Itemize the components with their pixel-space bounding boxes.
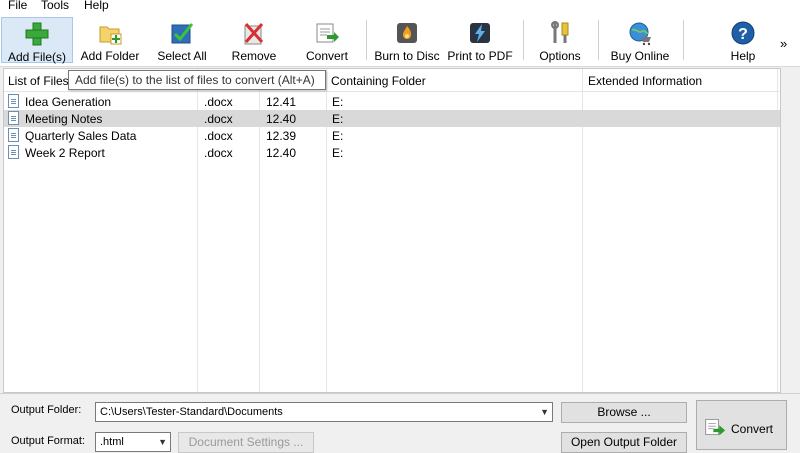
add-files-button[interactable]: Add File(s) (1, 17, 73, 64)
chevron-down-icon[interactable]: ▼ (540, 403, 549, 421)
toolbar-separator (523, 20, 524, 60)
menu-help[interactable]: Help (84, 0, 109, 12)
document-icon (8, 145, 19, 159)
add-files-tooltip: Add file(s) to the list of files to conv… (68, 70, 326, 90)
table-row[interactable]: Idea Generation .docx 12.41 E: (4, 93, 780, 110)
add-folder-label: Add Folder (80, 49, 140, 63)
table-row-selected[interactable]: Meeting Notes .docx 12.40 E: (4, 110, 780, 127)
table-row[interactable]: Week 2 Report .docx 12.40 E: (4, 144, 780, 161)
print-to-pdf-label: Print to PDF (447, 49, 513, 63)
convert-icon (705, 418, 726, 436)
column-header-extended-information[interactable]: Extended Information (588, 74, 702, 88)
help-button[interactable]: ? Help (715, 17, 771, 63)
file-name: Quarterly Sales Data (25, 129, 137, 143)
file-name: Idea Generation (25, 95, 112, 109)
file-type: .docx (204, 146, 233, 160)
chevron-down-icon[interactable]: ▼ (158, 433, 167, 451)
output-folder-combobox[interactable]: C:\Users\Tester-Standard\Documents ▼ (95, 402, 553, 422)
plus-icon (25, 22, 49, 46)
remove-x-icon (244, 23, 264, 45)
browse-button[interactable]: Browse ... (561, 402, 687, 423)
file-folder: E: (332, 129, 344, 143)
select-all-label: Select All (157, 49, 207, 63)
file-size: 12.40 (266, 112, 297, 126)
convert-button-label: Convert (731, 422, 774, 436)
column-header-containing-folder[interactable]: Containing Folder (331, 74, 426, 88)
select-all-button[interactable]: Select All (150, 17, 214, 63)
convert-button[interactable]: Convert (696, 400, 787, 450)
burn-to-disc-button[interactable]: Burn to Disc (372, 17, 442, 63)
file-type: .docx (204, 129, 233, 143)
disc-flame-icon (397, 23, 417, 43)
document-icon (8, 111, 19, 125)
output-folder-value: C:\Users\Tester-Standard\Documents (100, 406, 283, 418)
document-icon (8, 128, 19, 142)
output-format-label: Output Format: (11, 435, 85, 447)
remove-label: Remove (231, 49, 277, 63)
checkbox-select-all-icon (171, 23, 194, 44)
help-icon: ? (731, 21, 755, 45)
file-size: 12.40 (266, 146, 297, 160)
file-folder: E: (332, 112, 344, 126)
remove-button[interactable]: Remove (222, 17, 286, 63)
toolbar-separator (366, 20, 367, 60)
toolbar-separator (683, 20, 684, 60)
file-type: .docx (204, 112, 233, 126)
file-type: .docx (204, 95, 233, 109)
add-files-label: Add File(s) (7, 50, 66, 64)
menu-bar: File Tools Help (0, 0, 800, 14)
convert-toolbar-button[interactable]: Convert (295, 17, 359, 63)
svg-text:?: ? (738, 26, 748, 43)
options-label: Options (539, 49, 581, 63)
file-size: 12.41 (266, 95, 297, 109)
menu-file[interactable]: File (8, 0, 27, 12)
add-folder-button[interactable]: Add Folder (75, 17, 145, 63)
menu-tools[interactable]: Tools (41, 0, 69, 12)
file-name: Week 2 Report (25, 146, 105, 160)
burn-to-disc-label: Burn to Disc (374, 49, 440, 63)
column-header-list-of-files[interactable]: List of Files (8, 74, 69, 88)
output-format-value: .html (100, 436, 124, 448)
folder-add-icon (99, 26, 122, 45)
file-name: Meeting Notes (25, 112, 103, 126)
globe-cart-icon (629, 22, 651, 46)
toolbar-overflow-chevron-icon[interactable]: » (780, 36, 787, 51)
file-list[interactable]: List of Files Containing Folder Extended… (3, 68, 781, 393)
help-label: Help (730, 49, 756, 63)
output-folder-label: Output Folder: (11, 404, 82, 416)
print-to-pdf-button[interactable]: Print to PDF (445, 17, 515, 63)
output-format-select[interactable]: .html ▼ (95, 432, 171, 452)
file-size: 12.39 (266, 129, 297, 143)
convert-toolbar-label: Convert (305, 49, 349, 63)
buy-online-button[interactable]: Buy Online (605, 17, 675, 63)
table-row[interactable]: Quarterly Sales Data .docx 12.39 E: (4, 127, 780, 144)
convert-icon (316, 23, 339, 43)
buy-online-label: Buy Online (610, 49, 670, 63)
file-folder: E: (332, 95, 344, 109)
options-button[interactable]: Options (530, 17, 590, 63)
toolbar-separator (598, 20, 599, 60)
lightning-pdf-icon (470, 23, 490, 43)
file-folder: E: (332, 146, 344, 160)
toolbar: Add File(s) Add Folder Select All Remove (0, 14, 800, 67)
document-icon (8, 94, 19, 108)
options-tools-icon (551, 21, 569, 43)
